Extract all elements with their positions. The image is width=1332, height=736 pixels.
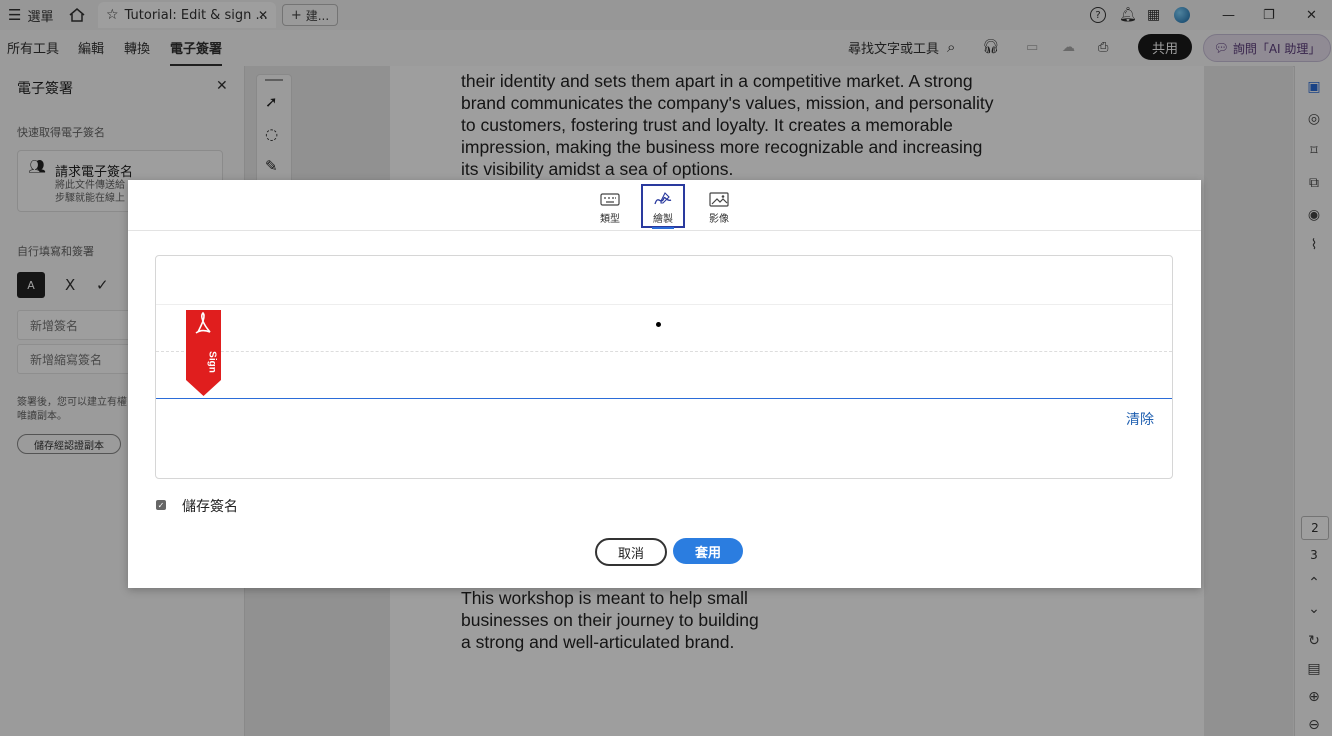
save-signature-checkbox[interactable]: ✓ [156,500,166,510]
signature-draw-area[interactable]: Sign 清除 [155,255,1173,479]
clear-button[interactable]: 清除 [1126,409,1154,429]
tab-draw[interactable]: 繪製 [641,184,685,228]
draw-guide-mid [156,351,1172,352]
cancel-button[interactable]: 取消 [595,538,667,566]
draw-guide-top [156,304,1172,305]
image-icon [709,192,729,207]
draw-signature-icon [654,192,672,205]
sign-here-tag: Sign [186,310,221,396]
checkmark-icon: ✓ [157,500,165,510]
tab-image[interactable]: 影像 [699,186,739,226]
apply-button[interactable]: 套用 [673,538,743,564]
sign-tag-label: Sign [207,351,218,373]
tab-type[interactable]: 類型 [590,186,630,226]
save-signature-label: 儲存簽名 [182,499,238,515]
signature-dialog: 類型 繪製 影像 Sign 清除 ✓ 儲存簽名 取消 套用 [128,180,1201,588]
keyboard-icon [600,193,620,206]
selected-tab-indicator [652,227,674,229]
tabs-divider [128,230,1201,231]
ink-dot [656,322,661,327]
signature-baseline [156,398,1172,399]
